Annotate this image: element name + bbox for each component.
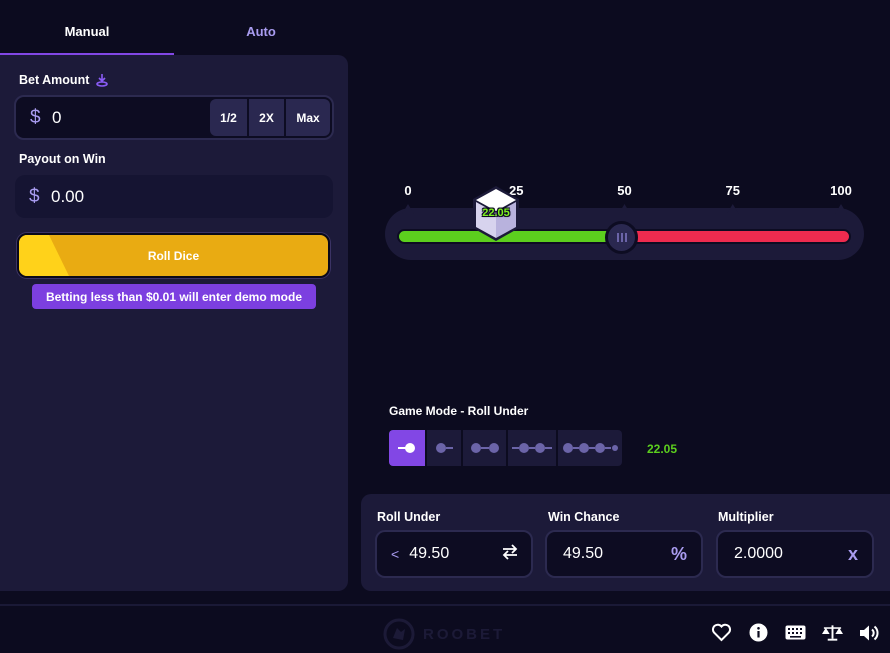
- multiplier-label: Multiplier: [718, 510, 774, 524]
- tab-auto[interactable]: Auto: [174, 0, 348, 55]
- coin-stack-icon: [95, 73, 109, 87]
- bet-modifier-group: 1/2 2X Max: [210, 99, 330, 136]
- slider-lose-track[interactable]: [621, 229, 851, 244]
- demo-mode-notice: Betting less than $0.01 will enter demo …: [32, 284, 316, 309]
- slider-tick-label: 100: [830, 183, 852, 198]
- half-bet-button[interactable]: 1/2: [210, 99, 247, 136]
- percent-icon: %: [670, 543, 687, 564]
- bet-amount-field[interactable]: $ 0 1/2 2X Max: [14, 95, 334, 140]
- payout-label: Payout on Win: [19, 152, 106, 166]
- slider-handle[interactable]: [605, 221, 638, 254]
- three-dots-icon: [563, 443, 618, 453]
- heart-icon[interactable]: [711, 622, 732, 643]
- dollar-icon: $: [29, 185, 40, 207]
- multiplier-value[interactable]: 2.0000: [734, 545, 848, 563]
- tab-manual[interactable]: Manual: [0, 0, 174, 55]
- game-mode-option-2[interactable]: [427, 430, 461, 466]
- double-bet-button[interactable]: 2X: [249, 99, 284, 136]
- info-icon[interactable]: [748, 622, 769, 643]
- game-mode-option-5[interactable]: [558, 430, 622, 466]
- mode-tabs: Manual Auto: [0, 0, 348, 55]
- slider-tick-label: 0: [404, 183, 412, 198]
- bet-amount-header: Bet Amount: [19, 73, 109, 87]
- between-dots-icon: [512, 443, 552, 453]
- game-mode-label: Game Mode - Roll Under: [389, 404, 529, 418]
- speaker-icon[interactable]: [859, 622, 880, 643]
- roll-under-value[interactable]: 49.50: [409, 545, 501, 563]
- payout-field: $ 0.00: [15, 175, 333, 218]
- swap-icon[interactable]: [501, 543, 519, 565]
- game-mode-option-4[interactable]: [508, 430, 556, 466]
- roll-under-label: Roll Under: [377, 510, 441, 524]
- dice-roll-value: 22.05: [482, 207, 510, 219]
- keyboard-icon[interactable]: [785, 622, 806, 643]
- bet-amount-input[interactable]: 0: [52, 108, 210, 128]
- footer-toolbar: [711, 622, 880, 643]
- bet-amount-label: Bet Amount: [19, 73, 90, 87]
- bet-panel: Bet Amount $ 0 1/2 2X Max Payout on Win …: [0, 55, 348, 591]
- game-mode-selector: [389, 430, 622, 466]
- payout-value: 0.00: [51, 186, 85, 206]
- game-mode-result: 22.05: [647, 442, 678, 456]
- slider-tick-label: 75: [725, 183, 740, 198]
- footer-divider: [0, 604, 890, 606]
- dot-line-icon: [436, 443, 453, 453]
- win-chance-value[interactable]: 49.50: [563, 545, 671, 563]
- win-chance-label: Win Chance: [548, 510, 620, 524]
- two-dots-icon: [470, 443, 499, 453]
- button-shine: [19, 235, 69, 276]
- dollar-icon: $: [30, 106, 41, 128]
- multiply-icon: x: [847, 543, 858, 564]
- multiplier-field[interactable]: 2.0000 x: [716, 530, 874, 578]
- roll-dice-button[interactable]: Roll Dice: [17, 233, 330, 278]
- less-than-icon: <: [391, 546, 400, 562]
- roll-under-field[interactable]: < 49.50: [375, 530, 533, 578]
- roobet-logo-icon: [383, 618, 415, 650]
- win-chance-field[interactable]: 49.50 %: [545, 530, 703, 578]
- roll-dice-label: Roll Dice: [147, 248, 200, 263]
- game-mode-option-1[interactable]: [389, 430, 425, 466]
- single-dot-icon: [398, 443, 415, 453]
- max-bet-button[interactable]: Max: [286, 99, 330, 136]
- brand-logo: ROOBET: [383, 618, 505, 650]
- slider-tick-label: 50: [617, 183, 632, 198]
- scales-icon[interactable]: [822, 622, 843, 643]
- brand-name: ROOBET: [423, 625, 506, 643]
- game-mode-option-3[interactable]: [463, 430, 506, 466]
